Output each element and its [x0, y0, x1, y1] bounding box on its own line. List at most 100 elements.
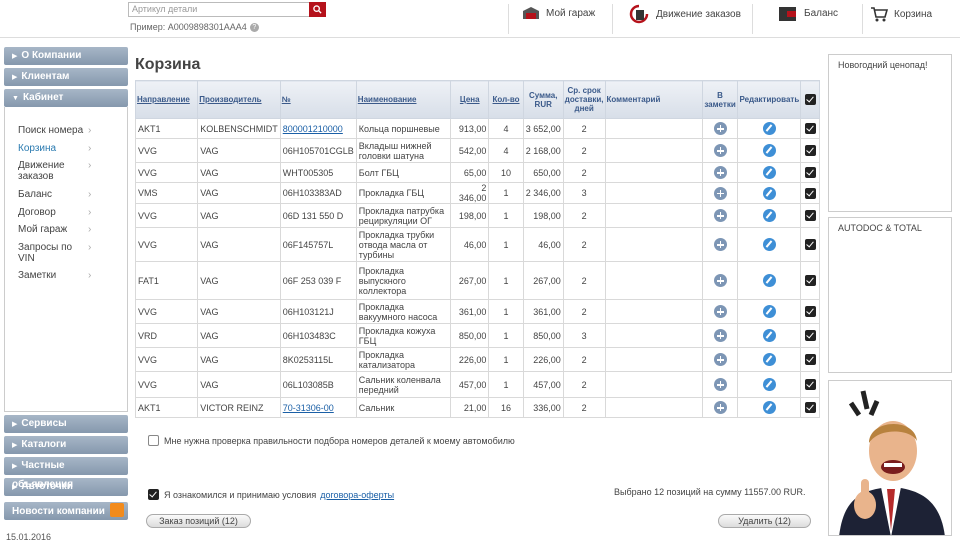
col-maker[interactable]: Производитель [197, 80, 281, 119]
cell-qty[interactable]: 1 [488, 347, 524, 372]
edit-pencil-icon[interactable] [762, 166, 776, 179]
sidebar-item-orders[interactable]: Движение заказов › [18, 160, 91, 182]
col-price[interactable]: Цена [450, 80, 490, 119]
cell-comment[interactable] [604, 182, 703, 204]
add-to-notes-icon[interactable] [713, 238, 727, 251]
edit-pencil-icon[interactable] [762, 186, 776, 200]
cell-comment[interactable] [604, 227, 703, 262]
promo-box-sale[interactable]: Новогодний ценопад! [828, 54, 952, 212]
add-to-notes-icon[interactable] [713, 144, 727, 157]
edit-pencil-icon[interactable] [762, 209, 776, 222]
col-qty[interactable]: Кол-во [488, 80, 524, 119]
verify-checkbox[interactable] [148, 435, 159, 446]
add-to-notes-icon[interactable] [713, 401, 727, 414]
cell-comment[interactable] [604, 299, 703, 324]
sidebar-about[interactable]: ▶ О Компании [4, 47, 128, 65]
cell-qty[interactable]: 1 [488, 371, 524, 398]
help-icon[interactable]: ? [249, 23, 259, 33]
row-checkbox[interactable] [804, 123, 816, 135]
cell-comment[interactable] [604, 323, 703, 348]
row-checkbox[interactable] [804, 210, 816, 222]
sidebar-item-cart[interactable]: Корзина › [18, 143, 118, 154]
row-checkbox[interactable] [804, 145, 816, 157]
nav-cart[interactable]: Корзина [870, 6, 932, 22]
sidebar-cabinet[interactable]: ▼ Кабинет [4, 89, 128, 107]
sidebar-catalogs[interactable]: ▶ Каталоги [4, 436, 128, 454]
cell-comment[interactable] [604, 118, 703, 139]
cell-comment[interactable] [604, 347, 703, 372]
row-checkbox[interactable] [804, 239, 816, 251]
edit-pencil-icon[interactable] [762, 122, 776, 135]
row-checkbox[interactable] [804, 330, 816, 342]
delete-button[interactable]: Удалить (12) [718, 514, 811, 528]
cell-comment[interactable] [604, 371, 703, 398]
edit-pencil-icon[interactable] [762, 329, 776, 342]
select-all-checkbox[interactable] [804, 94, 816, 105]
cell-qty[interactable]: 16 [488, 397, 524, 418]
cell-comment[interactable] [604, 162, 703, 183]
cell-comment[interactable] [604, 203, 703, 228]
add-to-notes-icon[interactable] [713, 186, 727, 200]
row-checkbox[interactable] [804, 379, 816, 391]
edit-pencil-icon[interactable] [762, 144, 776, 157]
add-to-notes-icon[interactable] [713, 329, 727, 342]
part-number-link[interactable]: 800001210000 [283, 124, 343, 134]
add-to-notes-icon[interactable] [713, 305, 727, 318]
add-to-notes-icon[interactable] [713, 378, 727, 391]
sidebar-item-search[interactable]: Поиск номера › [18, 125, 118, 136]
cell-comment[interactable] [604, 397, 703, 418]
col-direction[interactable]: Направление [134, 80, 199, 119]
nav-garage[interactable]: Мой гараж [522, 6, 595, 20]
row-checkbox[interactable] [804, 402, 816, 414]
col-number[interactable]: № [279, 80, 357, 119]
sidebar-item-notes[interactable]: Заметки › [18, 270, 118, 281]
col-select-all[interactable] [800, 80, 820, 119]
promo-photo[interactable] [828, 380, 952, 536]
edit-pencil-icon[interactable] [762, 238, 776, 251]
sidebar-item-contract[interactable]: Договор › [18, 207, 118, 218]
cell-comment[interactable] [604, 138, 703, 163]
add-to-notes-icon[interactable] [713, 166, 727, 179]
cell-qty[interactable]: 1 [488, 203, 524, 228]
cell-qty[interactable]: 1 [488, 299, 524, 324]
search-input[interactable]: Артикул детали [128, 2, 326, 17]
col-name[interactable]: Наименование [355, 80, 452, 119]
rss-icon[interactable] [110, 503, 124, 517]
sidebar-item-garage[interactable]: Мой гараж › [18, 224, 118, 235]
add-to-notes-icon[interactable] [713, 274, 727, 287]
sidebar-item-balance[interactable]: Баланс › [18, 189, 118, 200]
row-checkbox[interactable] [804, 306, 816, 318]
agree-checkbox[interactable] [148, 489, 159, 500]
cell-comment[interactable] [604, 261, 703, 300]
cell-qty[interactable]: 10 [488, 162, 524, 183]
sidebar-item-vin[interactable]: Запросы по VIN › [18, 242, 91, 264]
sidebar-ads[interactable]: ▶Частные объявления [4, 457, 128, 490]
edit-pencil-icon[interactable] [762, 353, 776, 366]
cell-qty[interactable]: 1 [488, 261, 524, 300]
edit-pencil-icon[interactable] [762, 274, 776, 287]
promo-box-total[interactable]: AUTODOC & TOTAL [828, 217, 952, 373]
sidebar-news[interactable]: Новости компании [4, 502, 128, 520]
row-checkbox[interactable] [804, 187, 816, 199]
cell-qty[interactable]: 1 [488, 323, 524, 348]
cell-qty[interactable]: 4 [488, 118, 524, 139]
sidebar-clients[interactable]: ▶ Клиентам [4, 68, 128, 86]
add-to-notes-icon[interactable] [713, 209, 727, 222]
sidebar-services[interactable]: ▶ Сервисы [4, 415, 128, 433]
row-checkbox[interactable] [804, 354, 816, 366]
add-to-notes-icon[interactable] [713, 353, 727, 366]
edit-pencil-icon[interactable] [762, 378, 776, 391]
cell-qty[interactable]: 1 [488, 227, 524, 262]
row-checkbox[interactable] [804, 167, 816, 179]
cell-qty[interactable]: 4 [488, 138, 524, 163]
add-to-notes-icon[interactable] [713, 122, 727, 135]
nav-orders[interactable]: Движение заказов [628, 4, 741, 24]
offer-link[interactable]: договора-оферты [320, 490, 394, 500]
cell-qty[interactable]: 1 [488, 182, 524, 204]
sidebar-points[interactable]: ▶ Автоточки [4, 478, 128, 496]
search-button[interactable] [309, 2, 326, 17]
edit-pencil-icon[interactable] [762, 401, 776, 414]
order-button[interactable]: Заказ позиций (12) [146, 514, 251, 528]
nav-balance[interactable]: Баланс [778, 4, 838, 22]
part-number-link[interactable]: 70-31306-00 [283, 403, 334, 413]
